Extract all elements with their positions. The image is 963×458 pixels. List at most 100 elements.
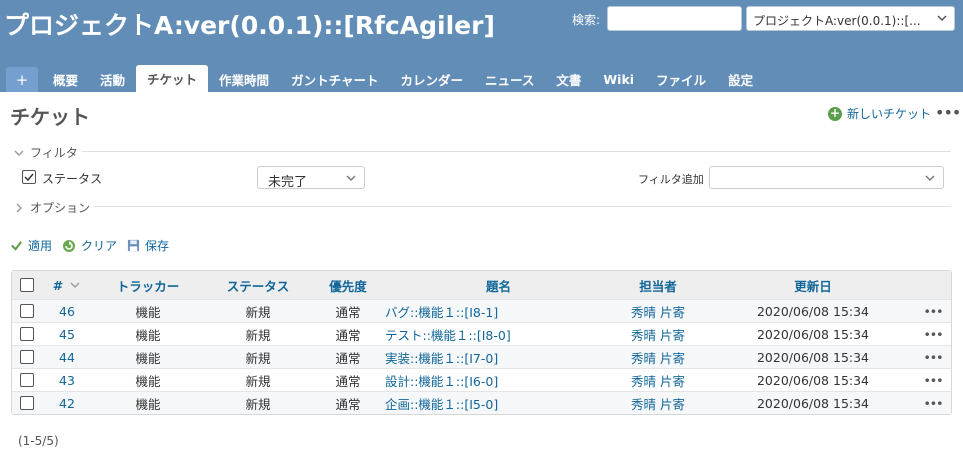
table-row[interactable]: 45 機能 新規 通常 テスト::機能１::[I8-0] 秀晴 片寄 2020/… xyxy=(12,322,951,345)
table-header-row: # トラッカー ステータス 優先度 題名 担当者 更新日 xyxy=(12,271,951,299)
main-menu: + 概要 活動 チケット 作業時間 ガントチャート カレンダー ニュース 文書 … xyxy=(6,65,764,92)
issue-assignee-link[interactable]: 秀晴 片寄 xyxy=(608,369,708,391)
apply-button[interactable]: 適用 xyxy=(10,237,52,254)
issue-assignee-link[interactable]: 秀晴 片寄 xyxy=(608,346,708,368)
query-actions: 適用 クリア 保存 xyxy=(10,237,179,254)
column-header-updated[interactable]: 更新日 xyxy=(718,271,908,299)
row-menu-icon[interactable]: ••• xyxy=(920,346,946,368)
sort-desc-icon xyxy=(70,282,80,288)
issue-id-link[interactable]: 45 xyxy=(42,323,92,345)
column-header-tracker[interactable]: トラッカー xyxy=(98,271,198,299)
row-checkbox[interactable] xyxy=(20,350,34,364)
tab-gantt[interactable]: ガントチャート xyxy=(280,66,389,92)
row-checkbox[interactable] xyxy=(20,373,34,387)
issue-assignee-link[interactable]: 秀晴 片寄 xyxy=(608,300,708,322)
issue-priority: 通常 xyxy=(335,304,361,320)
top-header: プロジェクトA:ver(0.0.1)::[RfcAgiler] 検索: プロジェ… xyxy=(0,0,963,92)
issue-id-link[interactable]: 43 xyxy=(42,369,92,391)
table-row[interactable]: 46 機能 新規 通常 バグ::機能１::[I8-1] 秀晴 片寄 2020/0… xyxy=(12,299,951,322)
issue-status: 新規 xyxy=(245,327,271,343)
save-icon xyxy=(127,239,140,252)
select-all-checkbox[interactable] xyxy=(20,278,34,292)
column-header-subject[interactable]: 題名 xyxy=(388,271,608,299)
row-checkbox[interactable] xyxy=(20,327,34,341)
column-header-id[interactable]: # xyxy=(42,271,92,299)
tab-news[interactable]: ニュース xyxy=(474,66,545,92)
pagination-count: (1-5/5) xyxy=(18,434,59,448)
row-select-cell xyxy=(20,300,34,322)
status-operator-select[interactable]: 未完了 xyxy=(257,166,365,190)
issues-table: # トラッカー ステータス 優先度 題名 担当者 更新日 46 機能 新規 通常… xyxy=(11,270,952,415)
new-object-button[interactable]: + xyxy=(6,67,38,92)
issue-subject-link[interactable]: 企画::機能１::[I5-0] xyxy=(384,392,604,414)
table-row[interactable]: 43 機能 新規 通常 設計::機能１::[I6-0] 秀晴 片寄 2020/0… xyxy=(12,368,951,391)
chevron-down-icon xyxy=(14,150,24,156)
options-legend-label: オプション xyxy=(30,201,91,215)
select-all-cell xyxy=(20,271,34,299)
search-label: 検索: xyxy=(572,13,601,27)
clear-button[interactable]: クリア xyxy=(62,237,117,254)
tab-settings[interactable]: 設定 xyxy=(717,66,764,92)
filters-legend-label: フィルタ xyxy=(30,146,78,160)
search-input[interactable] xyxy=(607,6,742,31)
apply-label: 適用 xyxy=(28,239,53,253)
add-filter-label: フィルタ追加 xyxy=(638,173,704,186)
clear-label: クリア xyxy=(81,239,118,253)
save-label: 保存 xyxy=(145,239,170,253)
row-menu-icon[interactable]: ••• xyxy=(920,369,946,391)
table-row[interactable]: 42 機能 新規 通常 企画::機能１::[I5-0] 秀晴 片寄 2020/0… xyxy=(12,391,951,414)
column-header-assignee[interactable]: 担当者 xyxy=(608,271,708,299)
issue-subject-link[interactable]: 実装::機能１::[I7-0] xyxy=(384,346,604,368)
new-issue-link[interactable]: + 新しいチケット xyxy=(828,105,931,122)
issue-subject-link[interactable]: テスト::機能１::[I8-0] xyxy=(384,323,604,345)
page-title: チケット xyxy=(10,105,90,129)
chevron-down-icon xyxy=(346,175,356,181)
filters-legend[interactable]: フィルタ xyxy=(12,144,82,161)
row-select-cell xyxy=(20,369,34,391)
issue-updated: 2020/06/08 15:34 xyxy=(756,372,870,388)
save-button[interactable]: 保存 xyxy=(127,237,169,254)
issue-priority: 通常 xyxy=(335,327,361,343)
tab-calendar[interactable]: カレンダー xyxy=(389,66,474,92)
new-issue-label: 新しいチケット xyxy=(847,107,932,121)
tab-overview[interactable]: 概要 xyxy=(42,66,89,92)
issue-subject-link[interactable]: 設計::機能１::[I6-0] xyxy=(384,369,604,391)
options-legend[interactable]: オプション xyxy=(12,199,95,216)
more-menu-icon[interactable]: ••• xyxy=(935,103,961,122)
issue-id-link[interactable]: 44 xyxy=(42,346,92,368)
add-filter-select[interactable] xyxy=(709,166,944,189)
tab-documents[interactable]: 文書 xyxy=(545,66,592,92)
chevron-down-icon xyxy=(937,15,947,22)
issue-priority: 通常 xyxy=(335,396,361,412)
row-select-cell xyxy=(20,346,34,368)
tab-wiki[interactable]: Wiki xyxy=(592,66,645,92)
reload-icon xyxy=(62,239,76,253)
tab-issues[interactable]: チケット xyxy=(136,65,209,92)
project-jump-value: プロジェクトA:ver(0.0.1)::[... xyxy=(753,14,921,28)
issue-status: 新規 xyxy=(245,373,271,389)
column-header-status[interactable]: ステータス xyxy=(208,271,308,299)
row-checkbox[interactable] xyxy=(20,396,34,410)
column-header-priority[interactable]: 優先度 xyxy=(312,271,384,299)
filters-divider xyxy=(12,151,951,152)
issue-tracker: 機能 xyxy=(135,304,161,320)
project-jump-select[interactable]: プロジェクトA:ver(0.0.1)::[... xyxy=(746,6,955,31)
issue-tracker: 機能 xyxy=(135,373,161,389)
tab-files[interactable]: ファイル xyxy=(645,66,717,92)
issue-subject-link[interactable]: バグ::機能１::[I8-1] xyxy=(384,300,604,322)
tab-activity[interactable]: 活動 xyxy=(89,66,136,92)
issue-id-link[interactable]: 46 xyxy=(42,300,92,322)
row-checkbox[interactable] xyxy=(20,304,34,318)
row-select-cell xyxy=(20,392,34,414)
row-menu-icon[interactable]: ••• xyxy=(920,392,946,414)
row-menu-icon[interactable]: ••• xyxy=(920,323,946,345)
issue-assignee-link[interactable]: 秀晴 片寄 xyxy=(608,392,708,414)
chevron-right-icon xyxy=(16,203,22,212)
issue-id-link[interactable]: 42 xyxy=(42,392,92,414)
issue-assignee-link[interactable]: 秀晴 片寄 xyxy=(608,323,708,345)
status-filter-checkbox[interactable] xyxy=(22,170,36,184)
row-menu-icon[interactable]: ••• xyxy=(920,300,946,322)
table-row[interactable]: 44 機能 新規 通常 実装::機能１::[I7-0] 秀晴 片寄 2020/0… xyxy=(12,345,951,368)
status-operator-value: 未完了 xyxy=(268,175,308,190)
tab-time-entries[interactable]: 作業時間 xyxy=(208,66,280,92)
